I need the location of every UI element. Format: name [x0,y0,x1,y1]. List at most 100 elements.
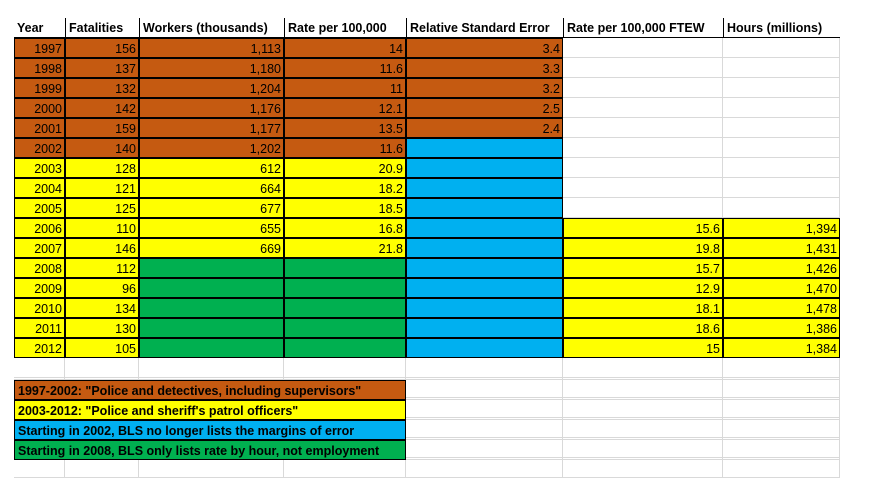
table-cell[interactable]: 11 [284,78,406,98]
table-cell[interactable]: 664 [139,178,284,198]
header-cell[interactable]: Relative Standard Error [406,18,563,38]
table-cell[interactable] [723,178,840,198]
table-cell[interactable] [139,338,284,358]
table-cell[interactable]: 3.4 [406,38,563,58]
table-cell[interactable] [723,58,840,78]
header-cell[interactable]: Year [14,18,65,38]
table-cell[interactable] [284,258,406,278]
table-cell[interactable]: 1,470 [723,278,840,298]
table-cell[interactable]: 11.6 [284,138,406,158]
table-cell[interactable]: 3.2 [406,78,563,98]
table-cell[interactable]: 128 [65,158,139,178]
header-cell[interactable]: Fatalities [65,18,139,38]
table-cell[interactable] [139,298,284,318]
table-cell[interactable] [406,158,563,178]
table-cell[interactable]: 2000 [14,98,65,118]
table-cell[interactable] [723,158,840,178]
empty-cell[interactable] [563,400,723,420]
table-cell[interactable]: 142 [65,98,139,118]
table-cell[interactable] [563,198,723,218]
table-cell[interactable]: 1,394 [723,218,840,238]
table-cell[interactable]: 1,177 [139,118,284,138]
table-cell[interactable]: 2004 [14,178,65,198]
table-cell[interactable]: 612 [139,158,284,178]
table-cell[interactable]: 2006 [14,218,65,238]
table-cell[interactable]: 2.4 [406,118,563,138]
table-cell[interactable]: 1,113 [139,38,284,58]
table-cell[interactable]: 2008 [14,258,65,278]
empty-cell[interactable] [406,420,563,440]
table-cell[interactable] [723,38,840,58]
empty-cell[interactable] [65,458,139,478]
table-cell[interactable]: 159 [65,118,139,138]
empty-cell[interactable] [723,380,840,400]
table-cell[interactable]: 2.5 [406,98,563,118]
header-cell[interactable]: Workers (thousands) [139,18,284,38]
table-cell[interactable] [563,58,723,78]
empty-cell[interactable] [723,440,840,460]
table-cell[interactable]: 655 [139,218,284,238]
table-cell[interactable]: 12.9 [563,278,723,298]
empty-cell[interactable] [406,380,563,400]
table-cell[interactable]: 18.5 [284,198,406,218]
table-cell[interactable] [563,158,723,178]
table-cell[interactable]: 1,176 [139,98,284,118]
table-cell[interactable] [406,138,563,158]
table-cell[interactable]: 18.1 [563,298,723,318]
table-cell[interactable]: 15.6 [563,218,723,238]
table-cell[interactable] [406,178,563,198]
table-cell[interactable] [563,78,723,98]
table-cell[interactable] [723,98,840,118]
table-cell[interactable] [139,318,284,338]
table-cell[interactable]: 2007 [14,238,65,258]
table-cell[interactable]: 110 [65,218,139,238]
table-cell[interactable]: 121 [65,178,139,198]
table-cell[interactable] [139,278,284,298]
empty-cell[interactable] [65,358,139,380]
table-cell[interactable]: 156 [65,38,139,58]
table-cell[interactable] [406,278,563,298]
empty-cell[interactable] [139,458,284,478]
table-cell[interactable] [406,238,563,258]
table-cell[interactable]: 11.6 [284,58,406,78]
table-cell[interactable]: 1,431 [723,238,840,258]
empty-cell[interactable] [406,440,563,460]
table-cell[interactable]: 16.8 [284,218,406,238]
empty-cell[interactable] [406,358,563,380]
empty-cell[interactable] [563,380,723,400]
table-cell[interactable]: 21.8 [284,238,406,258]
table-cell[interactable]: 2009 [14,278,65,298]
table-cell[interactable] [723,138,840,158]
table-cell[interactable]: 1,202 [139,138,284,158]
table-cell[interactable]: 669 [139,238,284,258]
table-cell[interactable]: 132 [65,78,139,98]
table-cell[interactable]: 1,180 [139,58,284,78]
table-cell[interactable] [406,258,563,278]
table-cell[interactable]: 2003 [14,158,65,178]
table-cell[interactable]: 1,204 [139,78,284,98]
empty-cell[interactable] [14,358,65,380]
empty-cell[interactable] [14,458,65,478]
table-cell[interactable]: 1,384 [723,338,840,358]
table-cell[interactable] [723,118,840,138]
table-cell[interactable] [563,38,723,58]
table-cell[interactable]: 3.3 [406,58,563,78]
empty-cell[interactable] [723,420,840,440]
table-cell[interactable]: 13.5 [284,118,406,138]
table-cell[interactable] [563,118,723,138]
empty-cell[interactable] [563,458,723,478]
table-cell[interactable]: 15.7 [563,258,723,278]
table-cell[interactable]: 146 [65,238,139,258]
table-cell[interactable]: 12.1 [284,98,406,118]
table-cell[interactable]: 105 [65,338,139,358]
empty-cell[interactable] [723,400,840,420]
table-cell[interactable] [723,78,840,98]
table-cell[interactable] [406,298,563,318]
table-cell[interactable]: 1,426 [723,258,840,278]
table-cell[interactable]: 20.9 [284,158,406,178]
empty-cell[interactable] [284,458,406,478]
empty-cell[interactable] [563,358,723,380]
table-cell[interactable]: 125 [65,198,139,218]
table-cell[interactable]: 2010 [14,298,65,318]
table-cell[interactable]: 112 [65,258,139,278]
